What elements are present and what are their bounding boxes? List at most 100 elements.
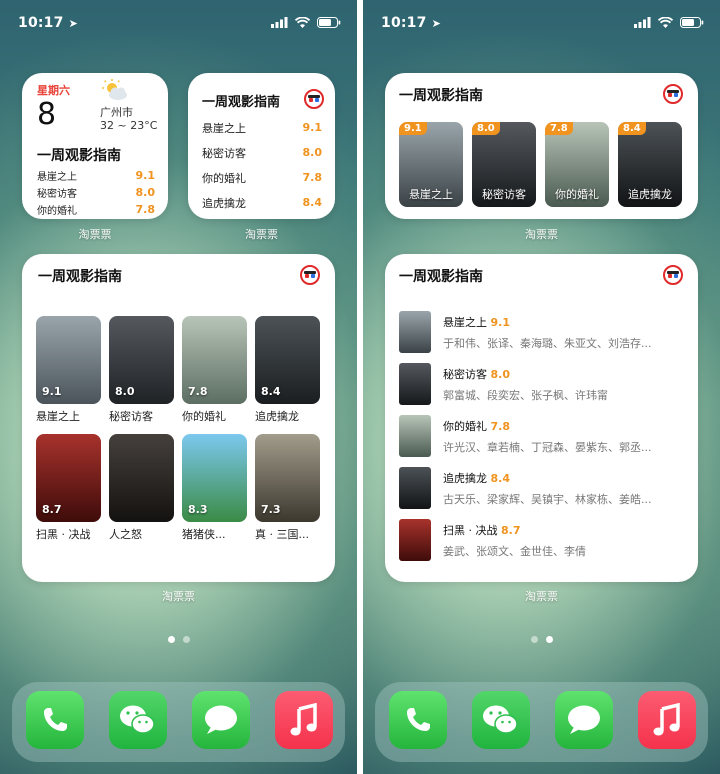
phone-app-icon[interactable] <box>26 691 84 749</box>
movie-card[interactable]: 8.0 秘密访客 <box>109 316 174 424</box>
score-badge: 9.1 <box>399 122 427 135</box>
movie-title: 秘密访客 <box>109 410 153 423</box>
wechat-app-icon[interactable] <box>472 691 530 749</box>
movie-title: 悬崖之上 <box>409 188 453 201</box>
movie-card[interactable]: 7.8 你的婚礼 <box>182 316 247 424</box>
battery-icon <box>680 17 704 28</box>
movie-list-item[interactable]: 追虎擒龙 8.4 古天乐、梁家辉、吴镇宇、林家栋、姜皓... <box>399 467 677 511</box>
status-icons <box>634 17 704 28</box>
movie-card[interactable]: 人之怒 <box>109 434 174 542</box>
poster-score: 8.0 <box>115 385 135 398</box>
movie-row[interactable]: 悬崖之上 9.1 <box>202 115 322 140</box>
taopiaopiao-logo-icon <box>663 265 683 285</box>
page-dot <box>183 636 190 643</box>
city-label: 广州市 <box>100 106 133 119</box>
page-dot-active <box>546 636 553 643</box>
movie-poster: 8.3 <box>182 434 247 522</box>
movie-cast: 许光汉、章若楠、丁冠森、晏紫东、郭丞... <box>443 441 652 454</box>
movie-cast: 郭富城、段奕宏、张子枫、许玮甯 <box>443 389 608 402</box>
movie-list-item[interactable]: 你的婚礼 7.8 许光汉、章若楠、丁冠森、晏紫东、郭丞... <box>399 415 677 459</box>
movie-guide-small-widget[interactable]: 一周观影指南 悬崖之上 9.1 秘密访客 8.0 你的婚礼 7.8 追虎擒龙 8.4 <box>188 73 335 219</box>
movie-poster: 8.0 <box>109 316 174 404</box>
dock <box>375 682 708 762</box>
movie-score: 8.4 <box>302 196 323 209</box>
status-bar: 10:17 ➤ <box>363 0 720 50</box>
movie-card[interactable]: 8.4 追虎擒龙 <box>255 316 320 424</box>
movie-thumbnail <box>399 519 431 561</box>
movie-card[interactable]: 9.1 悬崖之上 <box>36 316 101 424</box>
widget-app-label: 淘票票 <box>245 228 278 241</box>
movie-score: 9.1 <box>302 121 323 134</box>
page-dot <box>531 636 538 643</box>
movie-list-item[interactable]: 悬崖之上 9.1 于和伟、张译、秦海璐、朱亚文、刘浩存... <box>399 311 677 355</box>
movie-cast: 姜武、张颂文、金世佳、李倩 <box>443 545 586 558</box>
movie-title: 你的婚礼 <box>443 420 487 433</box>
movie-title: 你的婚礼 <box>555 188 599 201</box>
movie-card[interactable]: 9.1 悬崖之上 <box>399 122 463 207</box>
movie-guide-large-list-widget[interactable]: 一周观影指南 悬崖之上 9.1 于和伟、张译、秦海璐、朱亚文、刘浩存... 秘密访… <box>385 254 698 582</box>
widget-title: 一周观影指南 <box>38 269 122 285</box>
movie-score: 8.4 <box>490 472 511 485</box>
movie-card[interactable]: 8.7 扫黑 · 决战 <box>36 434 101 542</box>
calendar-movie-widget[interactable]: 星期六 8 广州市 32 ~ 23°C 一周观影指南 悬崖之上 9.1 秘密访客 8… <box>22 73 168 219</box>
wifi-icon <box>658 17 673 28</box>
movie-score: 7.8 <box>490 420 511 433</box>
movie-title: 悬崖之上 <box>202 121 246 135</box>
movie-score: 9.1 <box>135 169 156 182</box>
movie-guide-medium-widget[interactable]: 一周观影指南 9.1 悬崖之上 8.0 秘密访客 7.8 你的婚礼 8.4 追虎擒龙 <box>385 73 698 219</box>
battery-icon <box>317 17 341 28</box>
movie-list-item[interactable]: 扫黑 · 决战 8.7 姜武、张颂文、金世佳、李倩 <box>399 519 677 563</box>
score-badge: 8.0 <box>472 122 500 135</box>
movie-row[interactable]: 秘密访客 8.0 <box>202 140 322 165</box>
phone-app-icon[interactable] <box>389 691 447 749</box>
movie-card[interactable]: 7.8 你的婚礼 <box>545 122 609 207</box>
movie-card[interactable]: 8.4 追虎擒龙 <box>618 122 682 207</box>
home-screen-right: 10:17 ➤ 一周观影指南 9.1 悬崖之上 8.0 秘密访客 7.8 你的婚礼 8… <box>363 0 720 774</box>
widget-title: 一周观影指南 <box>399 269 483 285</box>
score-badge: 8.4 <box>618 122 646 135</box>
movie-score: 8.0 <box>302 146 323 159</box>
movie-thumbnail <box>399 311 431 353</box>
movie-title: 扫黑 · 决战 <box>36 528 91 541</box>
movie-title: 人之怒 <box>109 528 142 541</box>
music-app-icon[interactable] <box>275 691 333 749</box>
poster-score: 7.8 <box>188 385 208 398</box>
movie-score-list: 悬崖之上 9.1 秘密访客 8.0 你的婚礼 7.8 <box>37 167 155 218</box>
movie-row[interactable]: 秘密访客 8.0 <box>37 184 155 201</box>
movie-card[interactable]: 7.3 真 · 三国... <box>255 434 320 542</box>
status-time: 10:17 ➤ <box>18 15 79 31</box>
partly-sunny-icon <box>102 79 127 100</box>
page-dot-active <box>168 636 175 643</box>
movie-guide-large-grid-widget[interactable]: 一周观影指南 9.1 悬崖之上 8.0 秘密访客 7.8 你的婚礼 8.4 追虎擒龙 8… <box>22 254 335 582</box>
movie-title: 悬崖之上 <box>37 172 77 183</box>
movie-score: 7.8 <box>302 171 323 184</box>
page-indicator[interactable] <box>168 636 190 643</box>
widget-title: 一周观影指南 <box>399 88 483 104</box>
widget-app-label: 淘票票 <box>525 228 558 241</box>
movie-title: 追虎擒龙 <box>628 188 672 201</box>
weekday-label: 星期六 <box>37 84 70 97</box>
movie-list-item[interactable]: 秘密访客 8.0 郭富城、段奕宏、张子枫、许玮甯 <box>399 363 677 407</box>
movie-card[interactable]: 8.0 秘密访客 <box>472 122 536 207</box>
movie-thumbnail <box>399 363 431 405</box>
movie-score: 8.7 <box>501 524 521 537</box>
temperature-range: 32 ~ 23°C <box>100 119 158 132</box>
movie-title: 追虎擒龙 <box>443 472 487 485</box>
taopiaopiao-logo-icon <box>663 84 683 104</box>
page-indicator[interactable] <box>531 636 553 643</box>
movie-row[interactable]: 你的婚礼 7.8 <box>202 165 322 190</box>
wechat-app-icon[interactable] <box>109 691 167 749</box>
movie-row[interactable]: 悬崖之上 9.1 <box>37 167 155 184</box>
movie-poster: 9.1 <box>36 316 101 404</box>
music-app-icon[interactable] <box>638 691 696 749</box>
movie-title: 追虎擒龙 <box>255 410 299 423</box>
movie-title: 猪猪侠... <box>182 528 226 541</box>
movie-title: 悬崖之上 <box>36 410 80 423</box>
movie-row[interactable]: 追虎擒龙 8.4 <box>202 190 322 215</box>
movie-card[interactable]: 8.3 猪猪侠... <box>182 434 247 542</box>
messages-app-icon[interactable] <box>192 691 250 749</box>
messages-app-icon[interactable] <box>555 691 613 749</box>
movie-row[interactable]: 你的婚礼 7.8 <box>37 201 155 218</box>
movie-title: 秘密访客 <box>482 188 526 201</box>
poster-score: 7.3 <box>261 503 281 516</box>
